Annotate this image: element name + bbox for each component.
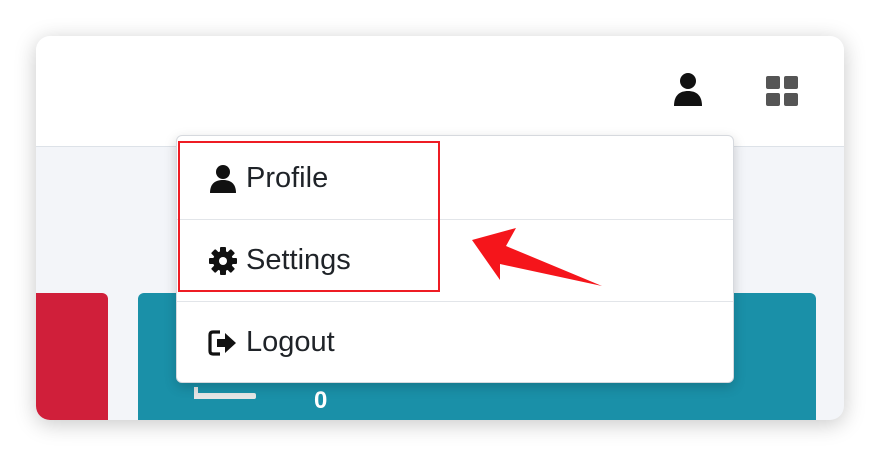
- menu-item-profile[interactable]: Profile: [177, 138, 733, 219]
- gear-icon: [209, 246, 237, 275]
- teal-card-value: 0: [314, 387, 328, 414]
- grid-icon: [766, 76, 798, 106]
- apps-grid-button[interactable]: [764, 74, 800, 108]
- menu-item-logout[interactable]: Logout: [177, 301, 733, 383]
- user-dropdown-menu: Profile Settings Logout: [176, 135, 734, 383]
- menu-item-label: Settings: [246, 244, 351, 276]
- menu-item-label: Logout: [246, 326, 335, 358]
- user-menu-button[interactable]: [672, 72, 704, 108]
- user-icon: [210, 164, 236, 193]
- annotation-arrow-icon: [472, 228, 602, 286]
- menu-item-settings[interactable]: Settings: [177, 219, 733, 301]
- user-icon: [674, 73, 702, 106]
- card-icon: [194, 387, 256, 399]
- top-navbar: [36, 36, 844, 147]
- red-stat-card: [36, 293, 108, 420]
- menu-item-label: Profile: [246, 162, 329, 194]
- logout-icon: [208, 329, 236, 356]
